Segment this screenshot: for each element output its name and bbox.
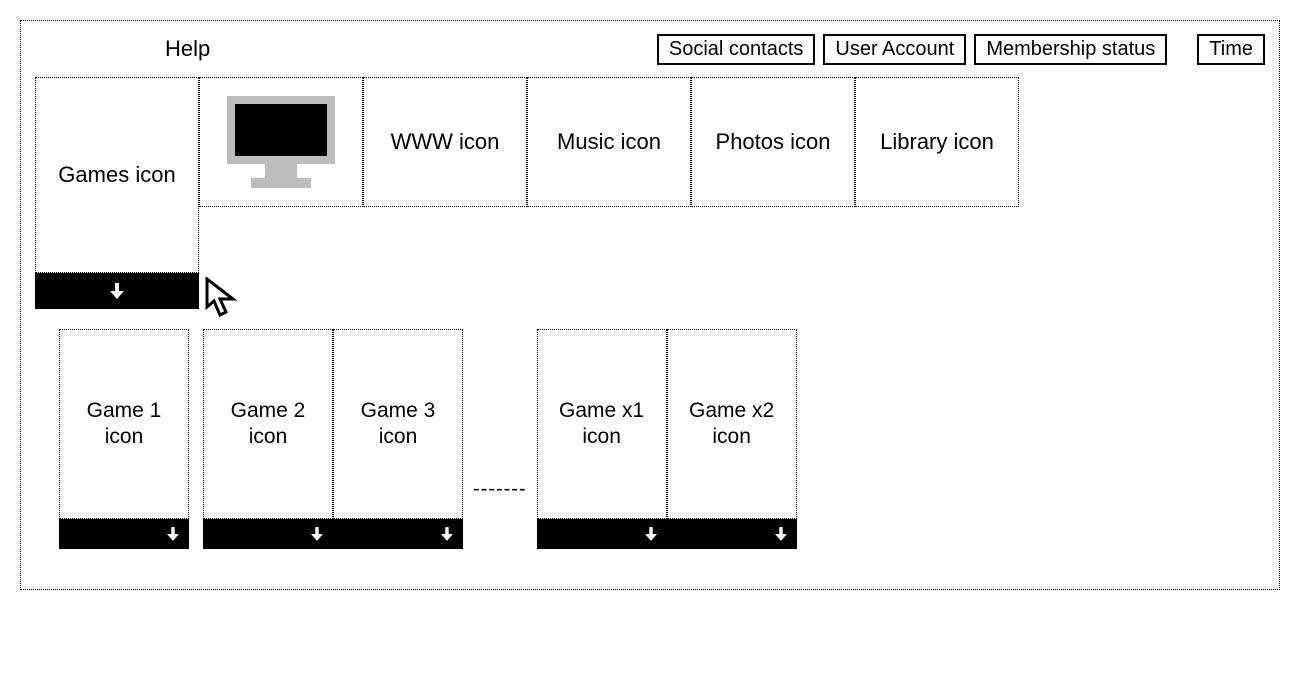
category-row: Games icon bbox=[35, 77, 1265, 309]
arrow-down-icon bbox=[311, 527, 323, 541]
game-tile-3-bar[interactable] bbox=[333, 519, 463, 549]
www-category-label: WWW icon bbox=[391, 129, 500, 155]
game-tile-2-label: Game 2 icon bbox=[210, 398, 326, 451]
top-bar: Help Social contacts User Account Member… bbox=[35, 31, 1265, 67]
games-ellipsis: ------- bbox=[473, 378, 527, 501]
membership-status-button[interactable]: Membership status bbox=[974, 34, 1167, 65]
games-category-wrap: Games icon bbox=[35, 77, 199, 309]
games-category-label: Games icon bbox=[58, 162, 175, 188]
game-tile-x1[interactable]: Game x1 icon bbox=[537, 329, 667, 549]
game-tile-x2[interactable]: Game x2 icon bbox=[667, 329, 797, 549]
app-window: Help Social contacts User Account Member… bbox=[20, 20, 1280, 590]
game-tile-x2-label: Game x2 icon bbox=[674, 398, 790, 451]
games-row: Game 1 icon Game 2 icon Game 3 icon ----… bbox=[59, 329, 1265, 549]
games-category-tile[interactable]: Games icon bbox=[35, 77, 199, 273]
photos-category-tile[interactable]: Photos icon bbox=[691, 77, 855, 207]
arrow-down-icon bbox=[775, 527, 787, 541]
photos-category-label: Photos icon bbox=[716, 129, 831, 155]
game-tile-1[interactable]: Game 1 icon bbox=[59, 329, 189, 549]
www-category-tile[interactable]: WWW icon bbox=[363, 77, 527, 207]
game-tile-x1-label: Game x1 icon bbox=[544, 398, 660, 451]
game-tile-x2-bar[interactable] bbox=[667, 519, 797, 549]
top-bar-right: Social contacts User Account Membership … bbox=[657, 34, 1265, 65]
social-contacts-button[interactable]: Social contacts bbox=[657, 34, 816, 65]
arrow-down-icon bbox=[110, 283, 124, 299]
monitor-icon bbox=[221, 92, 341, 192]
arrow-down-icon bbox=[441, 527, 453, 541]
game-tile-x1-bar[interactable] bbox=[537, 519, 667, 549]
arrow-down-icon bbox=[645, 527, 657, 541]
library-category-tile[interactable]: Library icon bbox=[855, 77, 1019, 207]
time-indicator: Time bbox=[1197, 34, 1265, 65]
cursor-icon bbox=[205, 277, 245, 321]
game-tile-3-label: Game 3 icon bbox=[340, 398, 456, 451]
help-link[interactable]: Help bbox=[165, 36, 210, 62]
games-expand-bar[interactable] bbox=[35, 273, 199, 309]
library-category-label: Library icon bbox=[880, 129, 994, 155]
user-account-button[interactable]: User Account bbox=[823, 34, 966, 65]
game-tile-1-label: Game 1 icon bbox=[66, 398, 182, 451]
tv-category-tile[interactable] bbox=[199, 77, 363, 207]
music-category-label: Music icon bbox=[557, 129, 661, 155]
game-tile-2-bar[interactable] bbox=[203, 519, 333, 549]
arrow-down-icon bbox=[167, 527, 179, 541]
game-tile-3[interactable]: Game 3 icon bbox=[333, 329, 463, 549]
game-tile-1-bar[interactable] bbox=[59, 519, 189, 549]
music-category-tile[interactable]: Music icon bbox=[527, 77, 691, 207]
game-tile-2[interactable]: Game 2 icon bbox=[203, 329, 333, 549]
